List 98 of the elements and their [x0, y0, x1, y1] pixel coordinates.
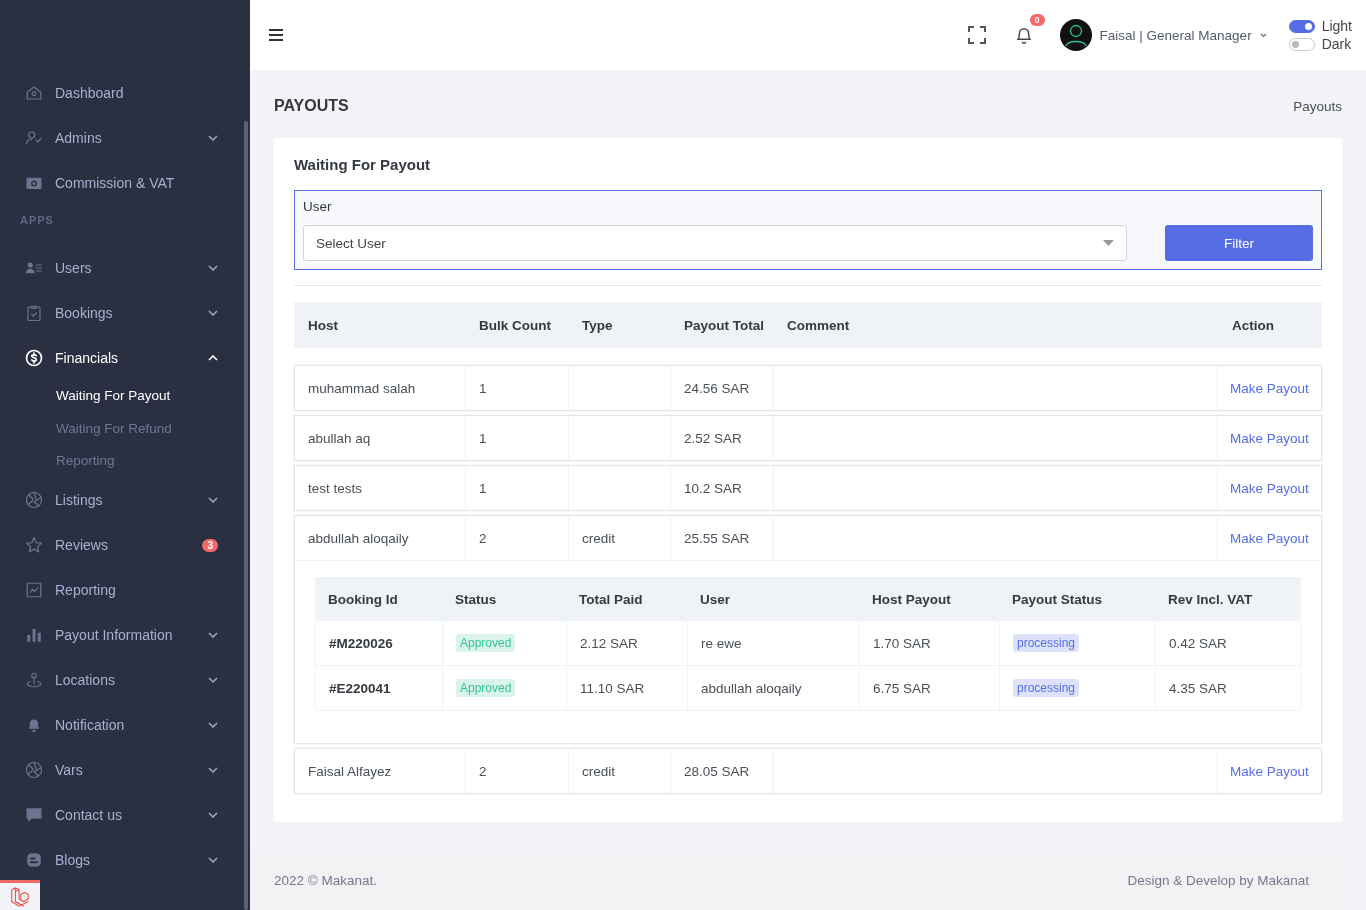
sidebar-item[interactable]: Bookings: [0, 290, 242, 335]
table-cell: 4.35 SAR: [1169, 680, 1227, 696]
card-title: Waiting For Payout: [294, 156, 432, 173]
sidebar-item[interactable]: Vars: [0, 747, 242, 793]
column-header: Host: [307, 317, 339, 333]
table-cell: 2.12 SAR: [580, 635, 638, 651]
column-header: Rev Incl. VAT: [1167, 591, 1254, 607]
filter-button[interactable]: Filter: [1165, 225, 1313, 261]
table-cell: abullah aq: [295, 416, 466, 460]
column-header: Host Payout: [871, 591, 952, 607]
user-check-icon: [25, 128, 43, 147]
table-cell: re ewe: [701, 635, 742, 651]
table-cell: 2: [466, 749, 569, 793]
table-cell: 28.05 SAR: [671, 749, 774, 793]
caret-icon: [1259, 32, 1267, 38]
table-cell: credit: [582, 763, 615, 779]
theme-switch[interactable]: [1288, 19, 1315, 33]
dropdown-arrow-icon: [1103, 240, 1114, 246]
sidebar-item[interactable]: Blogs: [0, 837, 242, 883]
sidebar-item[interactable]: Commission & VAT: [0, 160, 242, 205]
pin-icon: [25, 671, 43, 689]
table-cell: 6.75 SAR: [873, 680, 931, 696]
table-cell: #E220041: [329, 680, 391, 696]
sidebar-item[interactable]: Listings: [0, 477, 242, 523]
star-icon: [25, 536, 43, 554]
table-cell: 1: [466, 366, 569, 410]
clipboard-check-icon: [25, 303, 43, 322]
table-cell: 1: [466, 466, 569, 510]
sidebar-item[interactable]: Financials: [0, 335, 242, 380]
menu-section-heading: APPS: [19, 213, 55, 228]
table-cell: 1: [466, 416, 569, 460]
table-cell: 24.56 SAR: [671, 366, 774, 410]
user-select[interactable]: Select User: [303, 225, 1127, 261]
make-payout-link[interactable]: Make Payout: [1230, 380, 1309, 396]
status-badge: processing: [1013, 679, 1080, 697]
bar-chart-icon: [25, 626, 43, 644]
framework-logo[interactable]: [0, 880, 40, 910]
table-cell: abdullah aloqaily: [295, 516, 466, 560]
sidebar-item[interactable]: Reporting: [0, 567, 242, 613]
make-payout-link[interactable]: Make Payout: [1230, 480, 1309, 496]
switch-label: Light: [1321, 18, 1352, 34]
table-cell: #M220026: [329, 635, 393, 651]
table-cell: Faisal Alfayez: [295, 749, 466, 793]
table-cell: 10.2 SAR: [671, 466, 774, 510]
count-badge: 3: [202, 538, 218, 552]
user-menu[interactable]: Faisal | General Manager: [1059, 19, 1267, 51]
table-cell: 2.52 SAR: [671, 416, 774, 460]
fullscreen-icon[interactable]: [967, 26, 986, 44]
sidebar-item[interactable]: Contact us: [0, 792, 242, 838]
sidebar-item[interactable]: Reviews 3: [0, 522, 242, 568]
table-cell: 0.42 SAR: [1169, 635, 1227, 651]
status-badge: processing: [1013, 634, 1080, 652]
menu-icon[interactable]: [268, 28, 284, 42]
sidebar-item[interactable]: Dashboard: [0, 70, 242, 115]
column-header: Payout Total: [683, 317, 765, 333]
chat-icon: [25, 806, 43, 824]
aperture-icon: [25, 491, 43, 509]
aperture-icon: [25, 761, 43, 779]
theme-switch[interactable]: [1288, 37, 1315, 51]
table-cell: 2: [466, 516, 569, 560]
dollar-circle-icon: [25, 348, 43, 367]
submenu-item[interactable]: Waiting For Payout: [0, 380, 242, 413]
copyright-text: 2022 © Makanat.: [274, 872, 377, 888]
sidebar-item[interactable]: Payout Information: [0, 612, 242, 658]
notification-badge: 0: [1029, 14, 1045, 26]
column-header: Type: [581, 317, 614, 333]
blog-icon: [25, 851, 43, 869]
table-cell: 11.10 SAR: [580, 680, 645, 696]
make-payout-link[interactable]: Make Payout: [1230, 763, 1309, 779]
column-header: Status: [454, 591, 498, 607]
sidebar-item[interactable]: Users: [0, 245, 242, 290]
table-cell: credit: [582, 530, 615, 546]
table-cell: muhammad salah: [295, 366, 466, 410]
column-header: Action: [1231, 317, 1275, 333]
make-payout-link[interactable]: Make Payout: [1230, 430, 1309, 446]
page-title: PAYOUTS: [274, 97, 349, 115]
table-cell: test tests: [295, 466, 466, 510]
sidebar-item[interactable]: Admins: [0, 115, 242, 160]
column-header: Total Paid: [578, 591, 644, 607]
table-cell: abdullah aloqaily: [701, 680, 802, 696]
credit-text: Design & Develop by Makanat: [1127, 872, 1309, 888]
column-header: User: [699, 591, 732, 607]
column-header: Bulk Count: [478, 317, 552, 333]
column-header: Comment: [786, 317, 851, 333]
column-header: Payout Status: [1011, 591, 1104, 607]
table-cell: 25.55 SAR: [671, 516, 774, 560]
sidebar-item[interactable]: Notification: [0, 702, 242, 748]
avatar-icon: [1059, 19, 1092, 51]
field-label: User: [303, 199, 333, 214]
status-badge: Approved: [456, 634, 516, 652]
sidebar-item[interactable]: Locations: [0, 657, 242, 703]
table-cell: 1.70 SAR: [873, 635, 931, 651]
cube-logo-icon: [9, 885, 31, 908]
breadcrumb[interactable]: Payouts: [1293, 98, 1342, 114]
switch-label: Dark: [1321, 36, 1352, 52]
status-badge: Approved: [456, 679, 516, 697]
make-payout-link[interactable]: Make Payout: [1230, 530, 1309, 546]
column-header: Booking Id: [327, 591, 399, 607]
